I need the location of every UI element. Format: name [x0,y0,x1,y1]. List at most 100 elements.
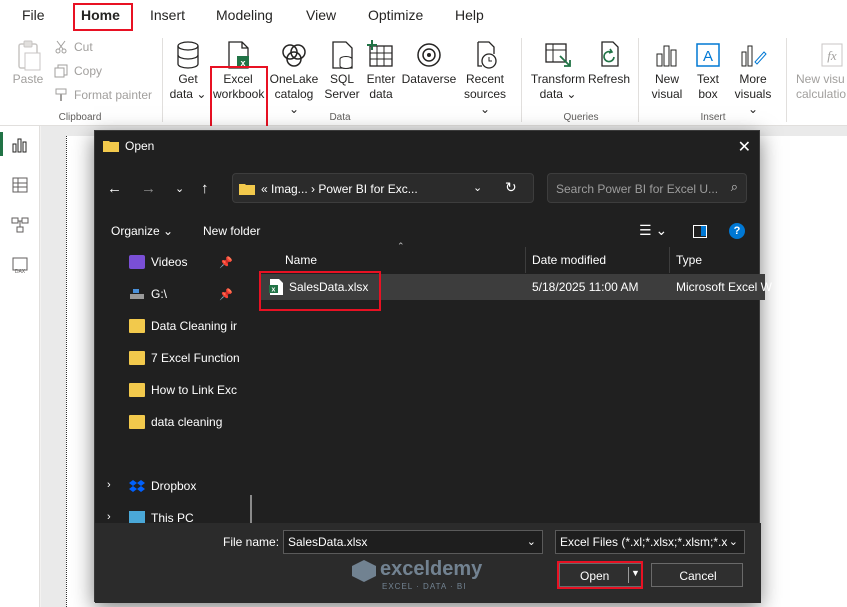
dialog-title-bar: Open ✕ [95,131,761,161]
nav-item-folder[interactable]: Data Cleaning ir [103,311,253,341]
menu-home[interactable]: Home [81,7,120,23]
paste-button[interactable]: Paste [10,40,46,87]
forward-arrow-icon[interactable]: → [141,180,156,197]
address-bar[interactable]: « Imag... › Power BI for Exc... ⌄ ↻ [232,173,534,203]
more-visuals-icon [738,40,768,70]
report-view-icon[interactable] [11,136,29,154]
new-visual-calculation-button[interactable]: fx New visu calculatio [796,40,847,102]
view-options-icon[interactable]: ☰ ⌄ [639,222,667,239]
dropbox-icon [129,479,145,493]
split-divider [628,567,629,583]
new-visual-button[interactable]: New visual [646,40,688,102]
refresh-label: Refresh [588,72,631,86]
open-options-chevron-icon[interactable]: ▼ [631,568,640,578]
menu-file[interactable]: File [22,7,45,23]
scrollbar[interactable] [250,495,252,523]
menu-view[interactable]: View [306,7,336,23]
onelake-catalog-button[interactable]: OneLake catalog ⌄ [268,40,320,117]
ribbon-separator [521,38,522,122]
column-header-type[interactable]: Type [676,253,702,267]
cancel-button[interactable]: Cancel [651,563,743,587]
nav-item-dropbox[interactable]: › Dropbox [103,471,253,501]
preview-pane-icon[interactable] [693,225,707,238]
group-label-queries: Queries [563,112,599,123]
nav-item-folder[interactable]: data cleaning [103,407,253,437]
back-arrow-icon[interactable]: ← [107,180,122,197]
text-box-button[interactable]: A Text box [690,40,726,102]
menu-help[interactable]: Help [455,7,484,23]
expand-chevron-icon[interactable]: › [107,479,111,491]
model-view-icon[interactable] [11,216,29,234]
clock-file-icon [470,40,500,70]
nav-item-label: data cleaning [151,415,223,429]
excel-workbook-button[interactable]: x Excel workbook [213,40,264,102]
chevron-down-icon[interactable]: ⌄ [726,535,738,548]
sql-label-2: Server [324,87,360,101]
column-divider[interactable] [525,247,526,273]
recent-sources-label-2: sources ⌄ [463,87,507,116]
open-button-label: Open [580,569,610,583]
refresh-button[interactable]: Refresh [588,40,630,87]
menu-optimize[interactable]: Optimize [368,7,423,23]
expand-chevron-icon[interactable]: › [107,511,111,523]
file-name-input[interactable]: SalesData.xlsx ⌄ [283,530,543,554]
enter-data-button[interactable]: Enter data [364,40,398,102]
new-visual-calc-label-2: calculatio [796,87,847,101]
dax-query-view-icon[interactable]: DAX [11,256,29,275]
nav-item-g-drive[interactable]: G:\ 📌 [103,279,253,309]
address-dropdown-chevron-icon[interactable]: ⌄ [473,181,482,194]
navigation-pane: Videos 📌 G:\ 📌 Data Cleaning ir 7 Excel … [103,247,253,523]
dataverse-button[interactable]: Dataverse [400,40,458,87]
recent-locations-chevron-icon[interactable]: ⌄ [175,182,184,195]
breadcrumb: « Imag... › Power BI for Exc... [261,182,418,196]
get-data-button[interactable]: Get data ⌄ [168,40,208,102]
more-visuals-label-2: visuals ⌄ [734,87,772,116]
search-input[interactable]: Search Power BI for Excel U... ⌕ [547,173,747,203]
dataverse-label: Dataverse [401,72,457,86]
refresh-icon[interactable]: ↻ [505,179,517,196]
more-visuals-button[interactable]: More visuals ⌄ [728,40,778,117]
menu-modeling[interactable]: Modeling [216,7,273,23]
menu-insert[interactable]: Insert [150,7,185,23]
sql-server-button[interactable]: SQL Server [322,40,362,102]
text-box-label-2: box [698,87,718,101]
recent-sources-button[interactable]: Recent sources ⌄ [458,40,512,117]
up-arrow-icon[interactable]: ↑ [201,180,209,197]
nav-item-folder[interactable]: How to Link Exc [103,375,253,405]
column-header-name[interactable]: Name [285,253,317,267]
cut-button[interactable]: Cut [54,40,93,54]
organize-button[interactable]: Organize ⌄ [111,224,173,238]
file-row[interactable]: x SalesData.xlsx 5/18/2025 11:00 AM Micr… [259,274,772,300]
folder-icon [129,319,145,333]
recent-sources-label-1: Recent [465,72,505,86]
new-visual-calc-label-1: New visu [796,72,845,86]
chevron-down-icon[interactable]: ⌄ [527,535,536,548]
enter-data-label-1: Enter [366,72,396,86]
group-label-clipboard: Clipboard [58,112,102,123]
new-folder-button[interactable]: New folder [203,224,260,238]
nav-item-this-pc[interactable]: › This PC [103,503,253,523]
close-icon[interactable]: ✕ [738,137,751,157]
ribbon-separator [786,38,787,122]
column-divider[interactable] [669,247,670,273]
copy-label: Copy [74,64,103,78]
open-button[interactable]: Open ▼ [559,563,643,587]
column-header-date[interactable]: Date modified [532,253,606,267]
copy-button[interactable]: Copy [54,64,102,78]
table-plus-icon [366,40,396,70]
format-painter-button[interactable]: Format painter [54,88,152,102]
video-folder-icon [129,255,145,269]
group-label-data: Data [329,112,351,123]
nav-item-videos[interactable]: Videos 📌 [103,247,253,277]
get-data-label-1: Get [178,72,198,86]
get-data-label-2: data ⌄ [169,87,207,101]
help-icon[interactable]: ? [729,223,745,239]
cancel-button-label: Cancel [679,569,717,583]
refresh-icon [594,40,624,70]
nav-item-folder[interactable]: 7 Excel Function [103,343,253,373]
drive-icon [129,287,145,301]
table-view-icon[interactable] [11,176,29,194]
transform-data-button[interactable]: Transform data ⌄ [530,40,586,102]
transform-label-1: Transform [530,72,586,86]
file-type-select[interactable]: Excel Files (*.xl;*.xlsx;*.xlsm;*.xls ⌄ [555,530,745,554]
